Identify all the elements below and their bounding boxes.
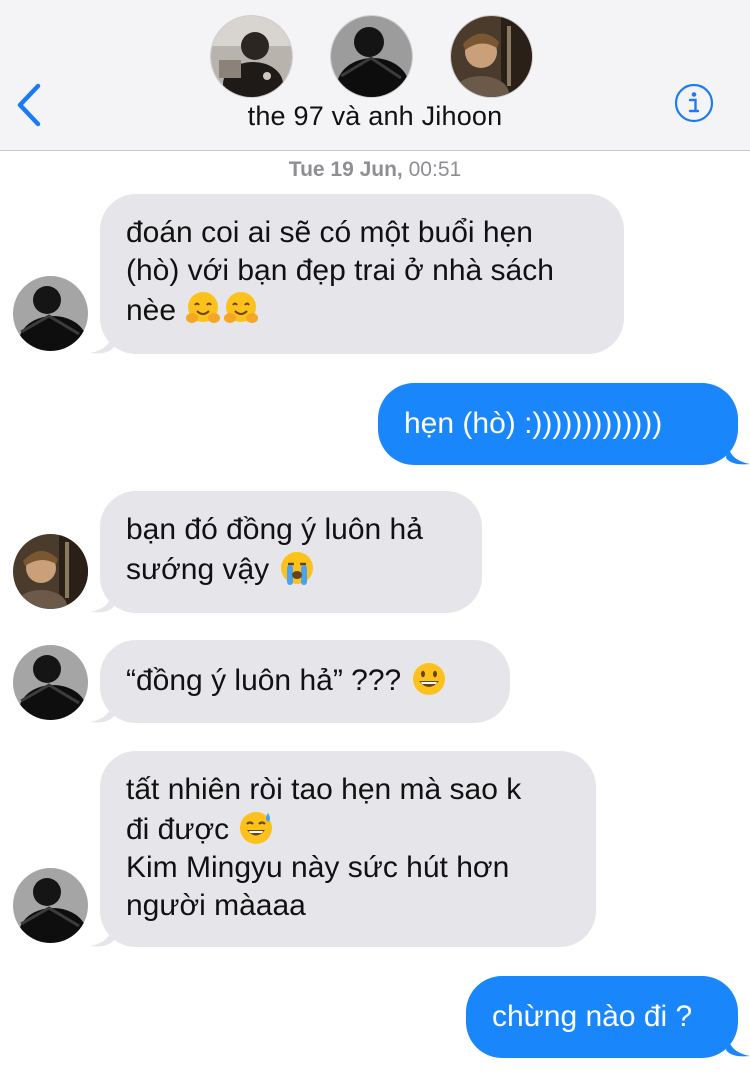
hugging-face-emoji [186, 292, 221, 323]
grinning-face-emoji [412, 663, 445, 695]
message-line: hẹn (hò) :))))))))))))) [404, 407, 663, 440]
message-bubble-outgoing[interactable]: hẹn (hò) :))))))))))))) [378, 383, 738, 465]
sender-avatar[interactable] [13, 276, 88, 351]
hugging-face-emoji [224, 292, 259, 323]
message-line: chừng nào đi ? [492, 1000, 693, 1033]
message-line: nèe [126, 294, 177, 327]
message-line: người màaaa [126, 889, 306, 922]
message-line: đoán coi ai sẽ có một buổi hẹn [126, 216, 533, 249]
message-line: bạn đó đồng ý luôn hả [126, 513, 423, 546]
timestamp-time: 00:51 [408, 158, 462, 181]
info-icon [674, 83, 714, 123]
message-line: (hò) với bạn đẹp trai ở nhà sách [126, 254, 554, 287]
bubble-tail [90, 590, 114, 613]
message-bubble-incoming[interactable]: đoán coi ai sẽ có một buổi hẹn (hò) với … [100, 194, 624, 354]
bubble-tail [90, 924, 114, 947]
message-line-with-emoji: đi được [126, 809, 570, 849]
message-line: sướng vậy [126, 553, 270, 586]
participant-avatar-1[interactable] [210, 15, 293, 98]
message-line-with-emoji: sướng vậy [126, 549, 456, 589]
bubble-tail [726, 1034, 750, 1057]
message-bubble-incoming[interactable]: bạn đó đồng ý luôn hả sướng vậy [100, 491, 482, 613]
sender-avatar[interactable] [13, 645, 88, 720]
info-button[interactable] [674, 83, 714, 123]
conversation-title[interactable]: the 97 và anh Jihoon [0, 101, 750, 132]
conversation-header: the 97 và anh Jihoon [0, 0, 750, 151]
message-line-with-emoji: “đồng ý luôn hả” ??? [126, 660, 484, 700]
bubble-tail [90, 700, 114, 723]
loudly-crying-emoji [280, 552, 313, 585]
sender-avatar[interactable] [13, 868, 88, 943]
message-line: “đồng ý luôn hả” ??? [126, 664, 402, 697]
participant-avatar-3[interactable] [450, 15, 533, 98]
sender-avatar[interactable] [13, 534, 88, 609]
message-timestamp: Tue 19 Jun, 00:51 [0, 158, 750, 182]
message-bubble-outgoing[interactable]: chừng nào đi ? [466, 976, 738, 1058]
message-line: đi được [126, 813, 230, 846]
bubble-tail [726, 442, 750, 465]
message-line: Kim Mingyu này sức hút hơn [126, 851, 510, 884]
bubble-tail [90, 331, 114, 354]
participant-avatar-2[interactable] [330, 15, 413, 98]
message-bubble-incoming[interactable]: tất nhiên ròi tao hẹn mà sao k đi được K… [100, 751, 596, 947]
timestamp-day: Tue 19 Jun, [288, 158, 403, 181]
message-line: tất nhiên ròi tao hẹn mà sao k [126, 773, 522, 806]
message-bubble-incoming[interactable]: “đồng ý luôn hả” ??? [100, 640, 510, 723]
sweat-smile-emoji [240, 812, 273, 844]
message-line-with-emoji: nèe [126, 290, 598, 330]
